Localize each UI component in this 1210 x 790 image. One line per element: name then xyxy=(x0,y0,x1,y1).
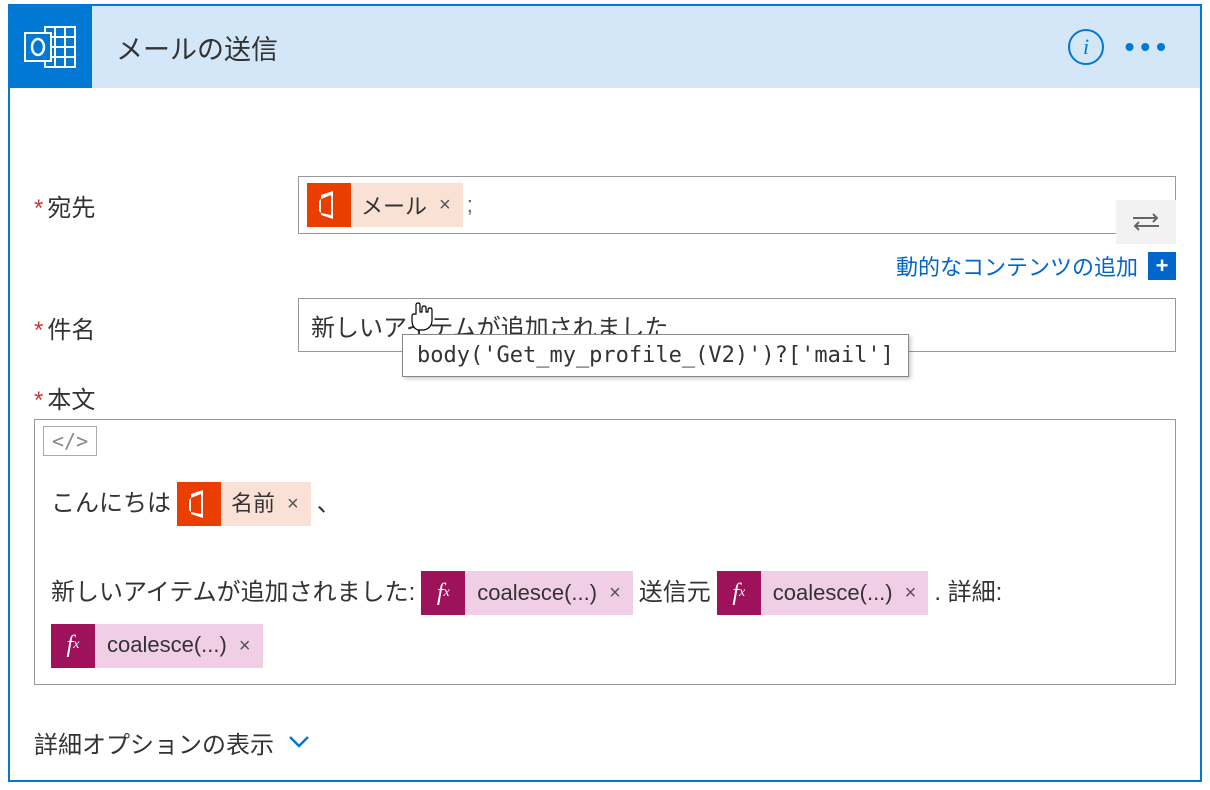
more-icon[interactable]: ••• xyxy=(1125,31,1172,63)
add-dynamic-content-link[interactable]: 動的なコンテンツの追加 xyxy=(896,250,1138,282)
body-label: *本文 xyxy=(34,380,1176,415)
remove-token-icon[interactable]: × xyxy=(239,624,251,668)
body-editor[interactable]: </> こんにちは xyxy=(34,419,1176,685)
card-body: *宛先 メール × xyxy=(10,176,1200,760)
fx-icon: fx xyxy=(717,571,761,615)
greeting-text: こんにちは xyxy=(51,478,171,531)
fx-icon: fx xyxy=(51,624,95,668)
body-section: *本文 </> こんにちは xyxy=(34,380,1176,685)
outlook-icon xyxy=(10,6,92,88)
required-mark: * xyxy=(34,317,43,344)
body-text: . 詳細: xyxy=(934,567,1002,620)
fx-token-3[interactable]: fx coalesce(...) × xyxy=(51,624,263,668)
to-row: *宛先 メール × xyxy=(34,176,1176,282)
advanced-options-label: 詳細オプションの表示 xyxy=(34,725,274,760)
required-mark: * xyxy=(34,195,43,222)
office-icon xyxy=(307,183,351,227)
required-mark: * xyxy=(34,387,43,414)
card-title: メールの送信 xyxy=(116,28,278,67)
card-header: メールの送信 i ••• xyxy=(10,6,1200,88)
swap-button[interactable] xyxy=(1116,200,1176,244)
fx-label: coalesce(...) xyxy=(477,569,597,617)
fx-token-2[interactable]: fx coalesce(...) × xyxy=(717,571,929,615)
action-card: メールの送信 i ••• *宛先 xyxy=(8,4,1202,782)
fx-label: coalesce(...) xyxy=(107,621,227,669)
expression-tooltip: body('Get_my_profile_(V2)')?['mail'] xyxy=(402,334,909,377)
separator: ; xyxy=(467,192,473,218)
token-label: メール xyxy=(361,189,427,221)
fx-token-1[interactable]: fx coalesce(...) × xyxy=(421,571,633,615)
chevron-down-icon xyxy=(288,735,310,749)
to-field[interactable]: メール × ; xyxy=(298,176,1176,234)
remove-token-icon[interactable]: × xyxy=(905,571,917,615)
fx-icon: fx xyxy=(421,571,465,615)
dynamic-content-row: 動的なコンテンツの追加 + xyxy=(298,250,1176,282)
code-view-toggle[interactable]: </> xyxy=(43,426,97,456)
to-token-mail[interactable]: メール × xyxy=(307,183,463,227)
body-text: 新しいアイテムが追加されました: xyxy=(51,567,415,620)
add-dynamic-content-plus[interactable]: + xyxy=(1148,252,1176,280)
to-label: *宛先 xyxy=(34,176,298,223)
fx-label: coalesce(...) xyxy=(773,569,893,617)
body-content[interactable]: こんにちは 名前 × 、 xyxy=(35,462,1175,684)
body-text: 送信元 xyxy=(639,567,711,620)
office-icon xyxy=(177,482,221,526)
token-label: 名前 xyxy=(231,480,275,528)
info-icon[interactable]: i xyxy=(1068,29,1104,65)
remove-token-icon[interactable]: × xyxy=(609,571,621,615)
advanced-options-toggle[interactable]: 詳細オプションの表示 xyxy=(34,725,1176,760)
subject-label: *件名 xyxy=(34,298,298,345)
comma: 、 xyxy=(317,478,341,531)
body-token-name[interactable]: 名前 × xyxy=(177,482,311,526)
body-toolbar: </> xyxy=(35,420,1175,462)
remove-token-icon[interactable]: × xyxy=(439,194,451,217)
remove-token-icon[interactable]: × xyxy=(287,482,299,526)
